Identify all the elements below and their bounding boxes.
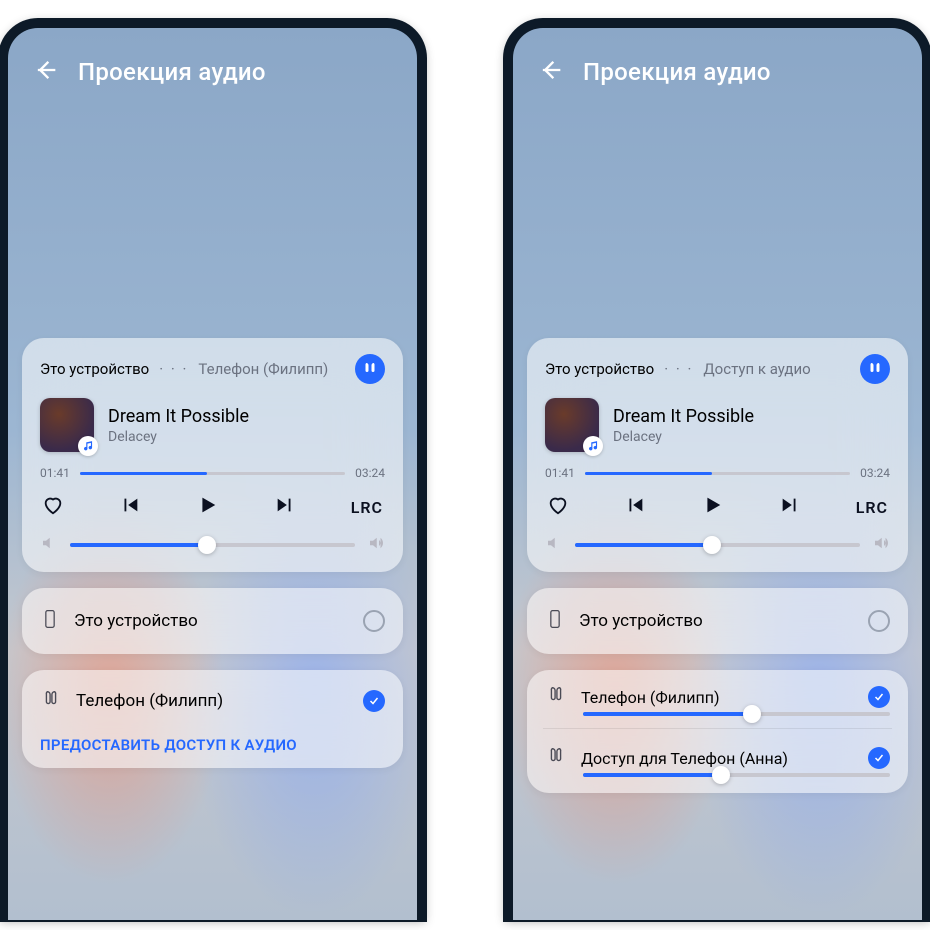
prev-button[interactable] (624, 494, 646, 520)
radio-unselected[interactable] (868, 610, 890, 632)
album-art[interactable] (545, 398, 599, 452)
header: Проекция аудио (513, 28, 922, 98)
device-this[interactable]: Это устройство (22, 588, 403, 654)
device-label: Это устройство (74, 611, 349, 631)
track-title: Dream It Possible (613, 406, 754, 427)
device-label: Это устройство (579, 611, 854, 631)
progress-fill (585, 472, 712, 475)
progress-bar[interactable] (585, 472, 850, 475)
share-audio-link[interactable]: ПРЕДОСТАВИТЬ ДОСТУП К АУДИО (22, 732, 403, 768)
source-breadcrumb[interactable]: Это устройство · · · Доступ к аудио (545, 354, 890, 384)
progress-bar[interactable] (80, 472, 345, 475)
radio-selected[interactable] (868, 686, 890, 708)
device-label: Доступ для Телефон (Анна) (581, 749, 854, 768)
crumb-this-device: Это устройство (40, 360, 149, 378)
volume-low-icon (545, 534, 563, 556)
player-controls: LRC (40, 494, 385, 520)
volume-high-icon (872, 534, 890, 556)
time-elapsed: 01:41 (545, 466, 575, 480)
lyrics-button[interactable]: LRC (351, 498, 383, 517)
now-playing: Dream It Possible Delacey (545, 398, 890, 452)
volume-row (40, 534, 385, 556)
player-card: Это устройство · · · Телефон (Филипп) Dr… (22, 338, 403, 572)
header: Проекция аудио (8, 28, 417, 98)
radio-selected[interactable] (868, 747, 890, 769)
music-app-icon (586, 439, 600, 453)
volume-high-icon (367, 534, 385, 556)
music-app-icon (81, 439, 95, 453)
volume-fill (575, 543, 712, 547)
prev-button[interactable] (119, 494, 141, 520)
now-playing: Dream It Possible Delacey (40, 398, 385, 452)
shared-devices-card: Телефон (Филипп) Доступ для Телефон (Анн… (527, 670, 908, 793)
radio-selected[interactable] (363, 690, 385, 712)
crumb-dots: · · · (664, 360, 693, 378)
phone-frame-right: Проекция аудио Это устройство · · · Дост… (505, 20, 930, 920)
back-button[interactable] (537, 56, 565, 88)
crumb-dots: · · · (159, 360, 188, 378)
player-controls: LRC (545, 494, 890, 520)
earbuds-outline-icon (545, 684, 567, 710)
progress-fill (80, 472, 207, 475)
phone-icon (545, 606, 565, 636)
device-volume-slider[interactable] (583, 773, 890, 777)
earbuds-icon[interactable] (355, 354, 385, 384)
play-button[interactable] (701, 494, 723, 520)
crumb-target: Доступ к аудио (703, 360, 810, 378)
play-button[interactable] (196, 494, 218, 520)
earbuds-outline-icon (545, 745, 567, 771)
next-button[interactable] (779, 494, 801, 520)
phone-icon (40, 606, 60, 636)
volume-fill (583, 712, 752, 716)
next-button[interactable] (274, 494, 296, 520)
source-breadcrumb[interactable]: Это устройство · · · Телефон (Филипп) (40, 354, 385, 384)
phone-screen: Проекция аудио Это устройство · · · Дост… (513, 28, 922, 920)
album-art[interactable] (40, 398, 94, 452)
progress-row[interactable]: 01:41 03:24 (545, 466, 890, 480)
volume-thumb[interactable] (743, 705, 761, 723)
favorite-button[interactable] (547, 494, 569, 520)
phone-screen: Проекция аудио Это устройство · · · Теле… (8, 28, 417, 920)
time-elapsed: 01:41 (40, 466, 70, 480)
divider (543, 728, 892, 729)
time-total: 03:24 (355, 466, 385, 480)
crumb-target: Телефон (Филипп) (198, 360, 328, 378)
earbuds-outline-icon (40, 688, 62, 714)
track-artist: Delacey (108, 429, 249, 445)
progress-row[interactable]: 01:41 03:24 (40, 466, 385, 480)
back-button[interactable] (32, 56, 60, 88)
radio-unselected[interactable] (363, 610, 385, 632)
device-this[interactable]: Это устройство (527, 588, 908, 654)
device-label: Телефон (Филипп) (76, 691, 349, 711)
page-title: Проекция аудио (78, 58, 266, 86)
page-title: Проекция аудио (583, 58, 771, 86)
device-volume-slider[interactable] (583, 712, 890, 716)
volume-slider[interactable] (70, 543, 355, 547)
device-philipp[interactable]: Телефон (Филипп) (22, 670, 403, 732)
favorite-button[interactable] (42, 494, 64, 520)
crumb-this-device: Это устройство (545, 360, 654, 378)
volume-thumb[interactable] (712, 766, 730, 784)
volume-row (545, 534, 890, 556)
volume-fill (583, 773, 721, 777)
lyrics-button[interactable]: LRC (856, 498, 888, 517)
track-artist: Delacey (613, 429, 754, 445)
volume-thumb[interactable] (703, 536, 721, 554)
device-philipp[interactable]: Телефон (Филипп) (527, 676, 908, 712)
time-total: 03:24 (860, 466, 890, 480)
device-philipp-card: Телефон (Филипп) ПРЕДОСТАВИТЬ ДОСТУП К А… (22, 670, 403, 768)
player-card: Это устройство · · · Доступ к аудио Drea… (527, 338, 908, 572)
track-title: Dream It Possible (108, 406, 249, 427)
volume-thumb[interactable] (198, 536, 216, 554)
earbuds-icon[interactable] (860, 354, 890, 384)
device-label: Телефон (Филипп) (581, 688, 854, 707)
phone-frame-left: Проекция аудио Это устройство · · · Теле… (0, 20, 425, 920)
volume-low-icon (40, 534, 58, 556)
volume-slider[interactable] (575, 543, 860, 547)
volume-fill (70, 543, 207, 547)
